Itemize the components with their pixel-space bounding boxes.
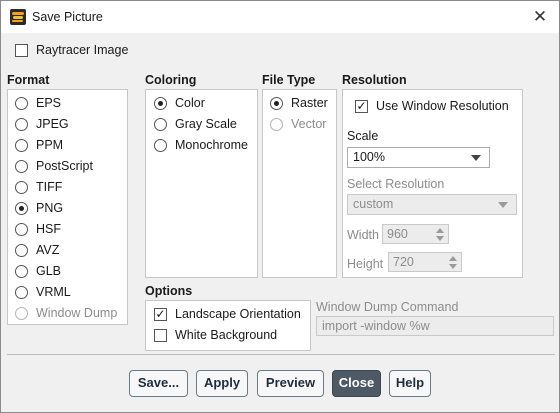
height-label: Height [347, 257, 384, 271]
spin-up-icon[interactable] [449, 256, 457, 261]
format-option-label: PPM [36, 138, 64, 152]
format-option-label: AVZ [36, 243, 60, 257]
height-spinner[interactable]: 720 [388, 252, 462, 272]
file-type-radio-button [270, 117, 283, 131]
app-logo-icon [10, 9, 26, 25]
format-option-label: PostScript [36, 159, 93, 173]
spin-down-icon[interactable] [449, 264, 457, 269]
format-radio-button[interactable] [15, 180, 28, 194]
save-picture-dialog: Save Picture ✕ Raytracer Image Format EP… [0, 0, 560, 413]
coloring-option[interactable]: Gray Scale [154, 115, 237, 133]
format-radio-button[interactable] [15, 264, 28, 278]
format-radio-button[interactable] [15, 159, 28, 173]
use-window-resolution-label: Use Window Resolution [376, 99, 509, 113]
coloring-option[interactable]: Monochrome [154, 136, 248, 154]
chevron-down-icon [471, 155, 481, 161]
format-option[interactable]: VRML [15, 283, 71, 301]
height-value: 720 [393, 255, 414, 269]
close-button[interactable]: Close [332, 370, 381, 397]
coloring-radio-button[interactable] [154, 96, 167, 110]
format-option[interactable]: TIFF [15, 178, 62, 196]
format-radio-button[interactable] [15, 285, 28, 299]
spin-up-icon[interactable] [436, 228, 444, 233]
scale-label: Scale [347, 129, 379, 143]
file-type-radio-button[interactable] [270, 96, 283, 110]
coloring-radio-button[interactable] [154, 117, 167, 131]
coloring-option-label: Monochrome [175, 138, 248, 152]
file-type-option-label: Vector [291, 117, 327, 131]
coloring-option-label: Gray Scale [175, 117, 237, 131]
format-option[interactable]: PNG [15, 199, 63, 217]
coloring-option-label: Color [175, 96, 205, 110]
preview-button[interactable]: Preview [257, 370, 324, 397]
format-option[interactable]: EPS [15, 94, 61, 112]
format-option-label: TIFF [36, 180, 63, 194]
format-option-label: VRML [36, 285, 71, 299]
use-window-check-box[interactable]: ✓ [355, 99, 368, 113]
format-radio-button[interactable] [15, 222, 28, 236]
raytracer-checkbox[interactable]: Raytracer Image [15, 41, 128, 59]
format-radio-button [15, 306, 28, 320]
landscape-orientation-checkbox[interactable]: ✓ Landscape Orientation [154, 305, 301, 323]
format-option[interactable]: JPEG [15, 115, 69, 133]
title-bar: Save Picture ✕ [1, 1, 559, 33]
coloring-title: Coloring [145, 73, 197, 87]
raytracer-check-box[interactable] [15, 43, 28, 57]
format-radio-button[interactable] [15, 138, 28, 152]
format-option[interactable]: GLB [15, 262, 61, 280]
width-spinner[interactable]: 960 [382, 224, 449, 244]
file-type-option-label: Raster [291, 96, 328, 110]
format-title: Format [7, 73, 50, 87]
landscape-check-box[interactable]: ✓ [154, 307, 167, 321]
coloring-radio-button[interactable] [154, 138, 167, 152]
format-option[interactable]: PPM [15, 136, 63, 154]
format-option-label: PNG [36, 201, 64, 215]
format-option: Window Dump [15, 304, 117, 322]
coloring-option[interactable]: Color [154, 94, 205, 112]
width-value: 960 [387, 227, 408, 241]
options-title: Options [145, 284, 193, 298]
format-option-label: HSF [36, 222, 61, 236]
raytracer-label: Raytracer Image [36, 43, 129, 57]
window-title: Save Picture [32, 10, 103, 24]
window-dump-label: Window Dump Command [316, 300, 459, 314]
file-type-option[interactable]: Raster [270, 94, 328, 112]
format-option-label: JPEG [36, 117, 69, 131]
format-radio-button[interactable] [15, 96, 28, 110]
footer-divider [7, 354, 555, 355]
select-resolution-value: custom [353, 197, 394, 211]
help-button[interactable]: Help [389, 370, 431, 397]
format-option[interactable]: PostScript [15, 157, 93, 175]
use-window-resolution-checkbox[interactable]: ✓ Use Window Resolution [355, 97, 509, 115]
format-option[interactable]: HSF [15, 220, 61, 238]
file-type-option: Vector [270, 115, 326, 133]
save-button[interactable]: Save... [129, 370, 188, 397]
select-resolution-label: Select Resolution [347, 177, 445, 191]
resolution-title: Resolution [342, 73, 407, 87]
chevron-down-icon [498, 202, 508, 208]
white-bg-check-box[interactable] [154, 328, 167, 342]
format-option[interactable]: AVZ [15, 241, 59, 259]
select-resolution-dropdown[interactable]: custom [347, 194, 517, 215]
format-radio-button[interactable] [15, 117, 28, 131]
window-dump-command-input[interactable]: import -window %w [316, 316, 554, 336]
format-radio-button[interactable] [15, 243, 28, 257]
white-background-label: White Background [175, 328, 278, 342]
spin-down-icon[interactable] [436, 236, 444, 241]
scale-dropdown[interactable]: 100% [347, 147, 490, 168]
scale-value: 100% [353, 150, 385, 164]
white-background-checkbox[interactable]: White Background [154, 326, 277, 344]
format-option-label: Window Dump [36, 306, 118, 320]
file-type-title: File Type [262, 73, 316, 87]
window-close-icon[interactable]: ✕ [525, 3, 555, 31]
window-dump-command-value: import -window %w [322, 319, 430, 333]
width-label: Width [347, 228, 379, 242]
format-option-label: EPS [36, 96, 62, 110]
landscape-label: Landscape Orientation [175, 307, 301, 321]
apply-button[interactable]: Apply [196, 370, 248, 397]
format-radio-button[interactable] [15, 201, 28, 215]
format-option-label: GLB [36, 264, 62, 278]
